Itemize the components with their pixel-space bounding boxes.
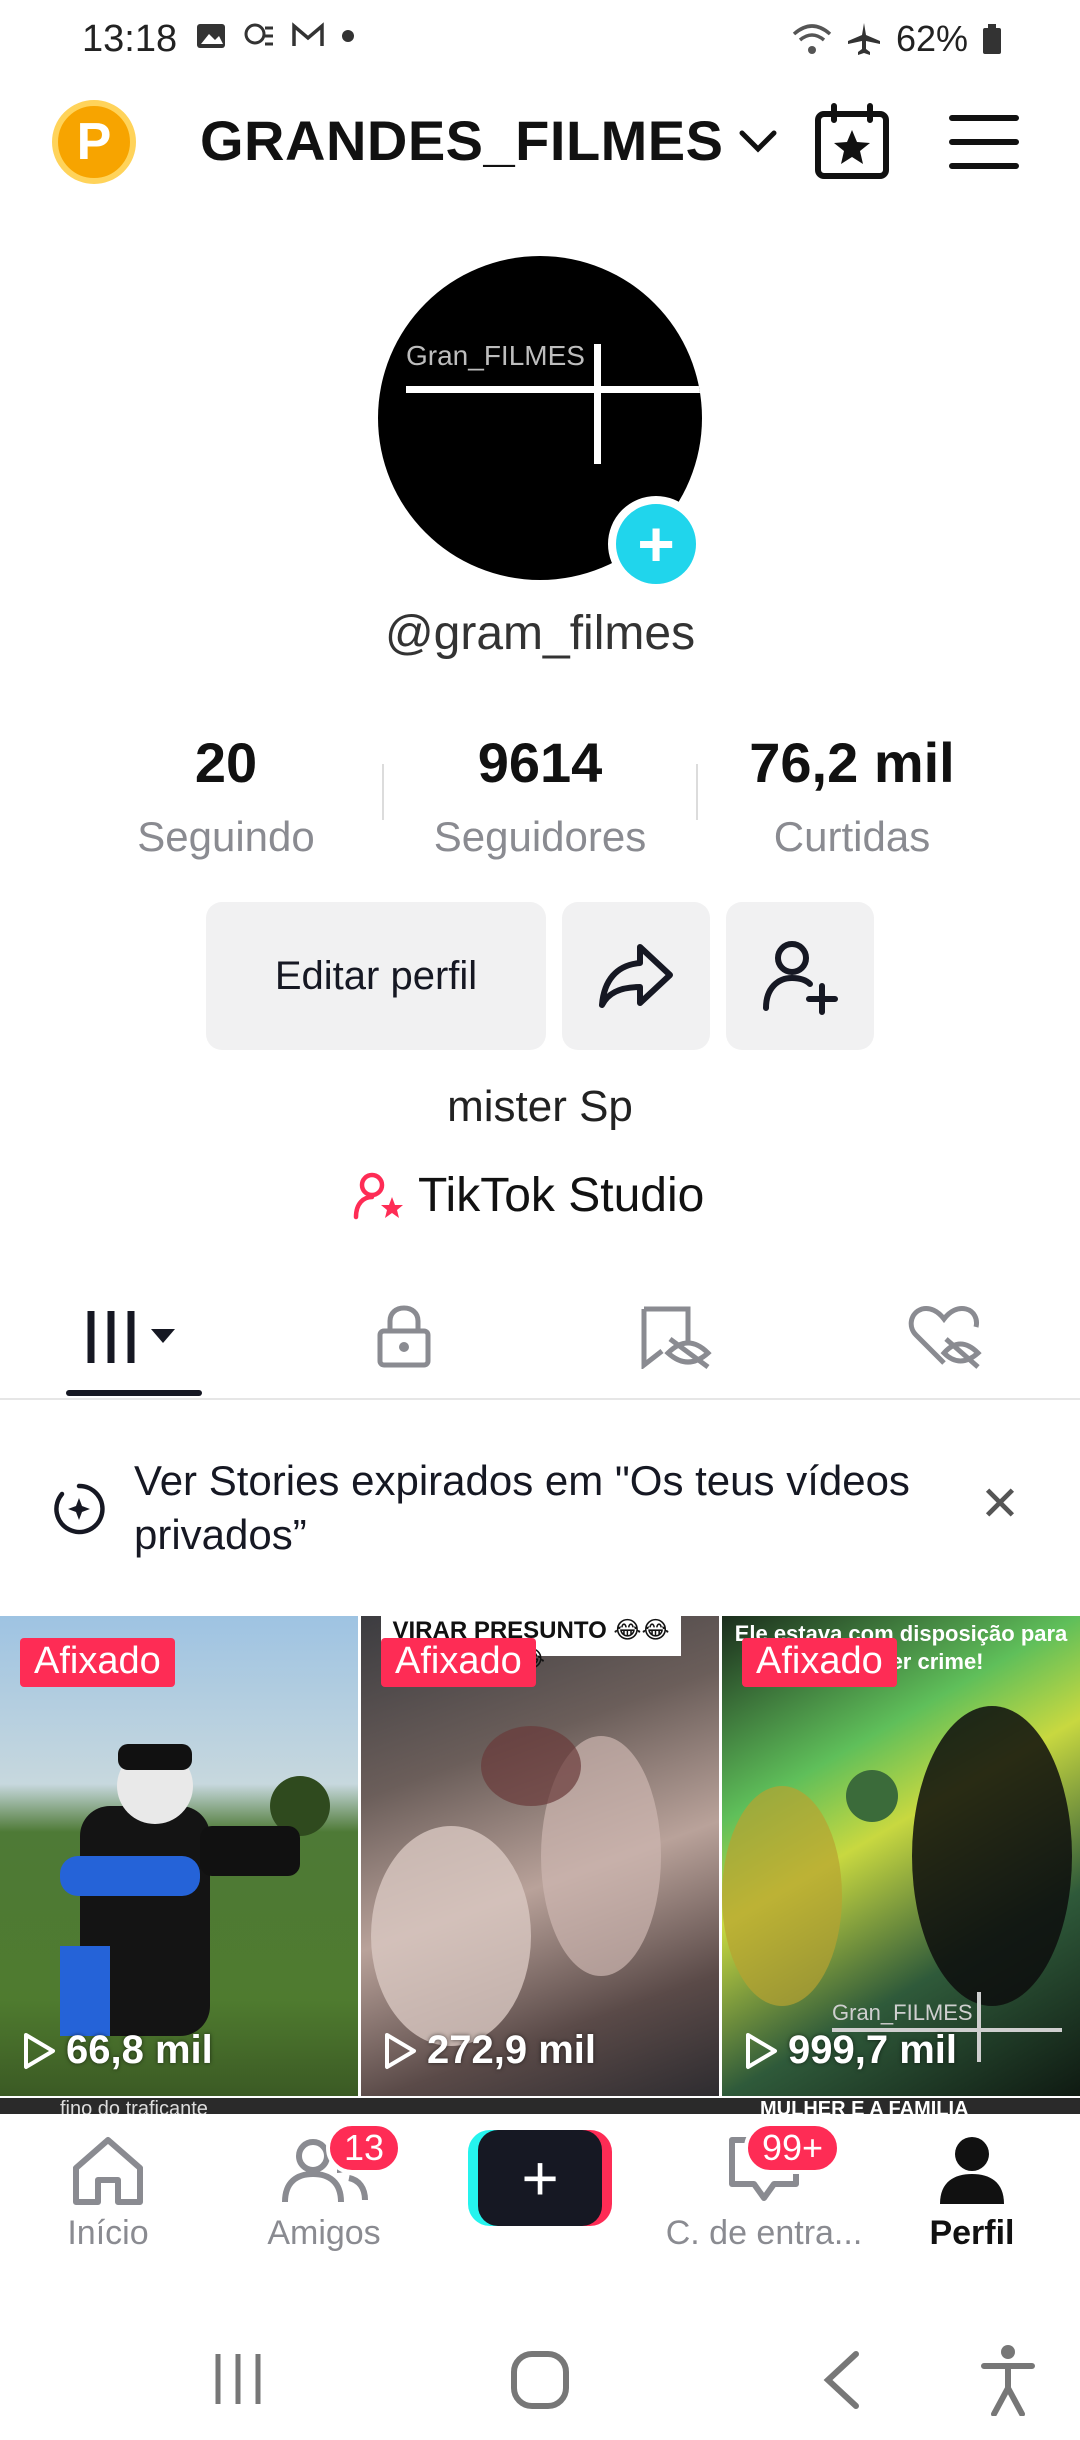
video-thumbnail[interactable]: Ele estava com disposição para qualquer … — [722, 1616, 1080, 2096]
video-preview-illustration — [60, 1744, 330, 2036]
stat-value: 76,2 mil — [749, 731, 955, 794]
status-bar: 13:18 62% — [0, 0, 1080, 80]
dot-icon — [342, 30, 354, 42]
video-watermark: Gran_FILMES — [832, 2000, 973, 2025]
stat-likes[interactable]: 76,2 mil Curtidas — [702, 730, 1002, 861]
pinned-badge: Afixado — [381, 1638, 536, 1687]
tiktok-studio-link[interactable]: TikTok Studio — [352, 1168, 704, 1223]
pinned-badge: Afixado — [742, 1638, 897, 1687]
add-story-button[interactable]: + — [608, 496, 704, 592]
view-count-value: 66,8 mil — [66, 2028, 213, 2072]
image-notification-icon — [197, 24, 225, 48]
chevron-down-icon — [739, 130, 776, 153]
tab-videos[interactable] — [54, 1292, 214, 1382]
stat-label: Seguindo — [137, 813, 315, 860]
share-arrow-icon — [599, 944, 673, 1008]
profile-tabs — [0, 1270, 1080, 1400]
home-icon — [73, 2137, 143, 2205]
stat-following[interactable]: 20 Seguindo — [76, 730, 376, 861]
view-count-value: 272,9 mil — [427, 2028, 597, 2072]
share-profile-button[interactable] — [562, 902, 710, 1050]
tab-private[interactable] — [324, 1292, 484, 1382]
stat-value: 20 — [194, 731, 258, 794]
profile-icon — [940, 2137, 1004, 2204]
watermark-line — [977, 1992, 981, 2062]
view-count: 999,7 mil — [744, 2028, 957, 2073]
nav-home[interactable]: Início — [8, 2134, 208, 2253]
add-friend-button[interactable] — [726, 902, 874, 1050]
nav-profile-label: Perfil — [929, 2214, 1015, 2252]
tab-reposts[interactable] — [596, 1292, 756, 1382]
creator-star-icon — [353, 1172, 403, 1219]
account-switcher[interactable]: GRANDES_FILMES — [200, 108, 778, 173]
lock-icon — [377, 1305, 431, 1368]
divider — [382, 764, 384, 820]
recent-apps-icon[interactable] — [212, 2352, 264, 2406]
home-button-icon[interactable] — [510, 2350, 570, 2410]
wifi-icon — [792, 24, 832, 54]
nav-inbox-label: C. de entra... — [665, 2214, 863, 2252]
close-icon[interactable]: ✕ — [976, 1478, 1024, 1531]
airplane-icon — [847, 23, 880, 55]
hamburger-menu-icon[interactable] — [948, 110, 1020, 174]
video-thumbnail[interactable]: Afixado 66,8 mil — [0, 1616, 358, 2096]
battery-icon — [983, 24, 1001, 54]
create-button[interactable]: + — [468, 2130, 612, 2226]
avatar-logo-text: Gran_FILMES — [406, 340, 585, 371]
notification-icons — [195, 20, 355, 52]
play-icon — [746, 2032, 777, 2069]
accessibility-notification-icon — [244, 23, 273, 46]
liked-hidden-icon — [908, 1306, 982, 1369]
back-icon[interactable] — [822, 2350, 862, 2410]
tab-liked[interactable] — [866, 1292, 1026, 1382]
nav-friends-label: Amigos — [267, 2214, 381, 2252]
calendar-star-icon[interactable] — [812, 102, 892, 182]
banner-text: Ver Stories expirados em "Os teus vídeos… — [134, 1457, 910, 1558]
stat-label: Seguidores — [433, 813, 647, 860]
nav-home-label: Início — [67, 2214, 149, 2252]
profile-handle: @gram_filmes — [384, 607, 696, 660]
play-icon — [385, 2032, 416, 2069]
view-count: 272,9 mil — [383, 2028, 596, 2073]
stories-sparkle-icon — [54, 1483, 105, 1535]
view-count: 66,8 mil — [22, 2028, 213, 2073]
avatar-logo-line — [406, 386, 702, 393]
account-name: GRANDES_FILMES — [200, 109, 724, 172]
accessibility-icon[interactable] — [980, 2344, 1036, 2416]
inbox-badge: 99+ — [744, 2122, 842, 2174]
add-user-icon — [763, 941, 838, 1015]
profile-bio: mister Sp — [447, 1082, 633, 1131]
android-navigation-bar — [0, 2300, 1080, 2440]
stat-followers[interactable]: 9614 Seguidores — [390, 730, 690, 861]
status-time: 13:18 — [82, 18, 178, 60]
eye-off-icon — [641, 1306, 712, 1369]
gmail-icon — [292, 22, 324, 46]
status-right: 62% — [792, 18, 1002, 60]
stat-label: Curtidas — [773, 813, 931, 860]
videos-grid-icon — [87, 1311, 175, 1363]
friends-badge: 13 — [326, 2122, 403, 2174]
video-thumbnail[interactable]: VIRAR PRESUNTO 😂😂😂 Afixado 272,9 mil — [361, 1616, 719, 2096]
play-icon — [24, 2032, 55, 2069]
coin-icon[interactable]: P — [52, 100, 136, 184]
nav-profile[interactable]: Perfil — [872, 2134, 1072, 2253]
plus-icon: + — [478, 2130, 602, 2226]
view-count-value: 999,7 mil — [788, 2028, 958, 2072]
active-tab-indicator — [66, 1390, 202, 1396]
pinned-badge: Afixado — [20, 1638, 175, 1687]
divider — [696, 764, 698, 820]
studio-label: TikTok Studio — [418, 1169, 705, 1222]
avatar-logo-line — [594, 344, 601, 464]
edit-profile-button[interactable]: Editar perfil — [206, 902, 546, 1050]
stat-value: 9614 — [477, 731, 603, 794]
battery-percent: 62% — [895, 18, 968, 59]
